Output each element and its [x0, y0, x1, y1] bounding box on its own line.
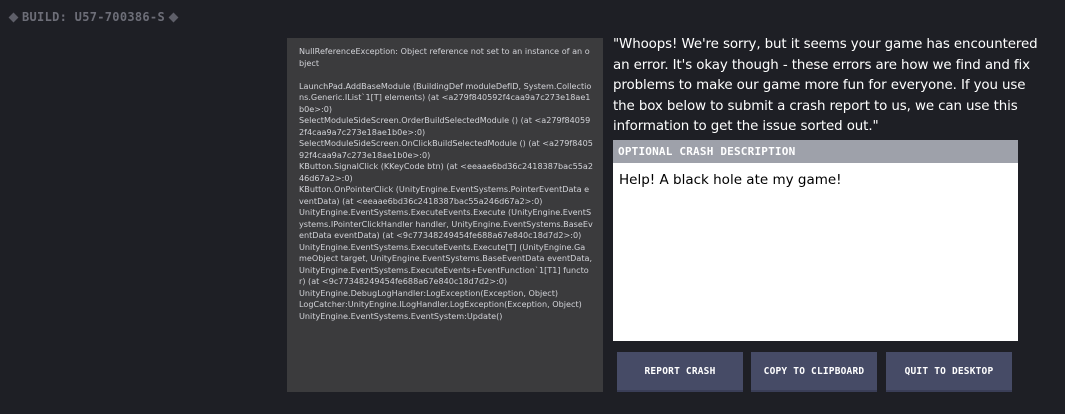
crash-description-header: OPTIONAL CRASH DESCRIPTION: [613, 140, 1018, 163]
report-crash-button[interactable]: REPORT CRASH: [617, 352, 743, 392]
build-label-text: BUILD: U57-700386-S: [22, 10, 165, 24]
crash-description-header-label: OPTIONAL CRASH DESCRIPTION: [618, 145, 796, 158]
stack-trace-panel[interactable]: NullReferenceException: Object reference…: [287, 38, 603, 392]
diamond-icon: [168, 12, 179, 23]
diamond-icon: [8, 12, 19, 23]
build-label: BUILD: U57-700386-S: [8, 9, 179, 25]
crash-message: "Whoops! We're sorry, but it seems your …: [613, 37, 1038, 135]
copy-to-clipboard-button[interactable]: COPY TO CLIPBOARD: [751, 352, 877, 392]
stack-trace-text: NullReferenceException: Object reference…: [299, 46, 593, 321]
crash-description-input[interactable]: Help! A black hole ate my game!: [613, 163, 1018, 341]
quit-to-desktop-button[interactable]: QUIT TO DESKTOP: [886, 352, 1012, 392]
